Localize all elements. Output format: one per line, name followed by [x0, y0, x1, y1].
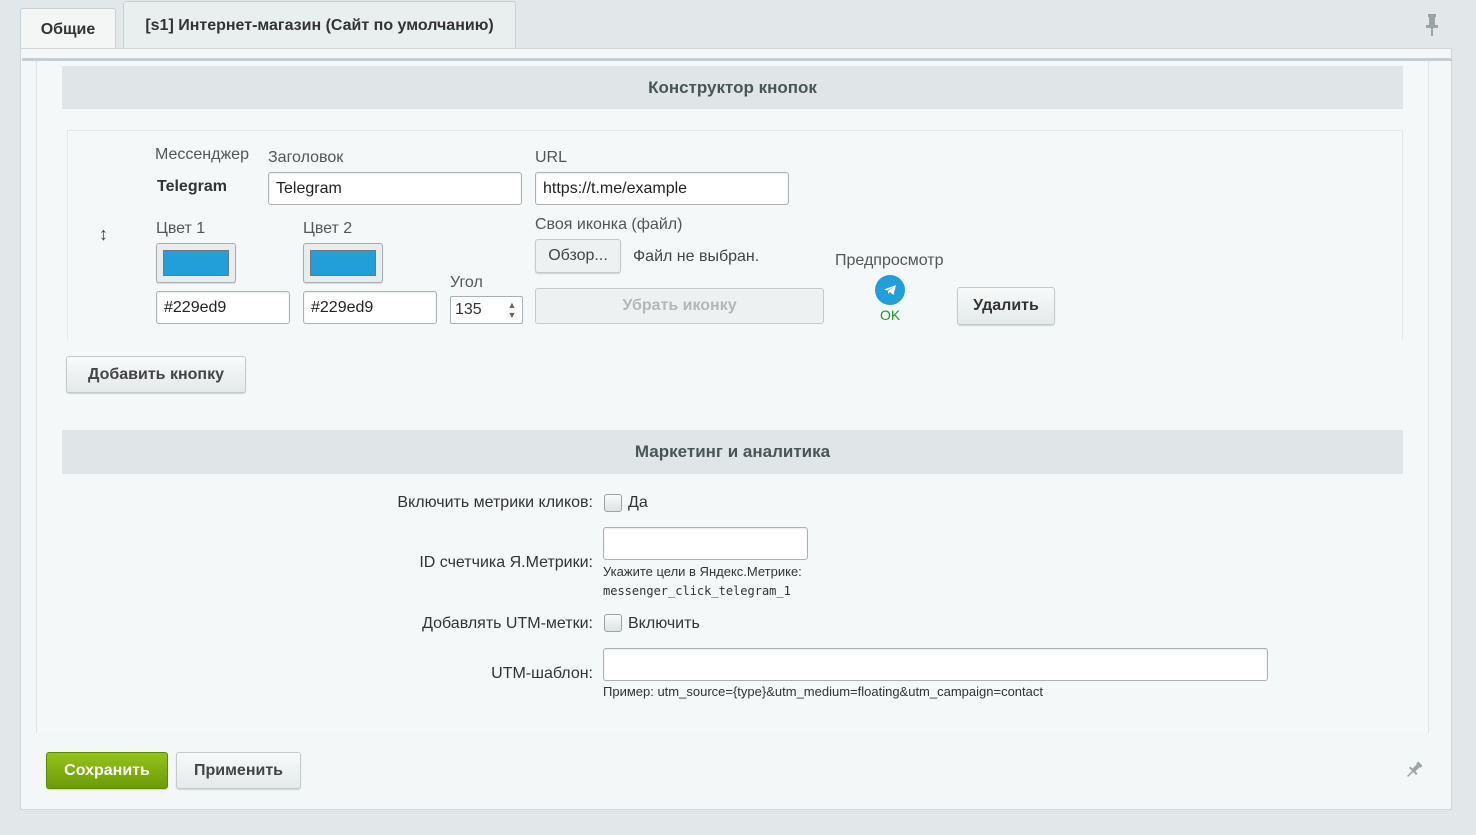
utm-hint: Пример: utm_source={type}&utm_medium=flo… [603, 684, 1043, 699]
ym-counter-label: ID счетчика Я.Метрики: [419, 554, 593, 571]
preview-label: Предпросмотр [835, 252, 944, 269]
ym-hint: Укажите цели в Яндекс.Метрике: [603, 564, 802, 579]
pin-icon[interactable] [1423, 14, 1441, 36]
click-metrics-label: Включить метрики кликов: [397, 494, 593, 511]
color1-label: Цвет 1 [156, 220, 206, 237]
custom-icon-label: Своя иконка (файл) [535, 216, 683, 233]
color1-input[interactable] [156, 291, 290, 324]
messenger-label: Мессенджер [155, 146, 249, 163]
title-label: Заголовок [268, 149, 344, 166]
angle-spinner-icon[interactable]: ▲ ▼ [505, 300, 519, 320]
utm-template-label: UTM-шаблон: [491, 665, 593, 682]
angle-input[interactable]: 135 ▲ ▼ [450, 296, 523, 324]
url-input[interactable] [535, 172, 789, 205]
no-file-label: Файл не выбран. [633, 248, 760, 265]
utm-template-input[interactable] [603, 648, 1268, 681]
section-title-constructor: Конструктор кнопок [62, 66, 1403, 109]
ym-goal: messenger_click_telegram_1 [603, 584, 791, 598]
preview-status: OK [880, 307, 901, 323]
telegram-icon [875, 275, 905, 305]
click-metrics-checkbox-label: Да [628, 494, 648, 511]
color2-swatch[interactable] [303, 243, 383, 283]
utm-checkbox[interactable] [604, 614, 622, 632]
save-button[interactable]: Сохранить [46, 752, 168, 789]
section-title-marketing: Маркетинг и аналитика [62, 430, 1403, 474]
color2-label: Цвет 2 [303, 220, 353, 237]
color1-swatch[interactable] [156, 243, 236, 283]
angle-label: Угол [450, 274, 483, 291]
color1-fill [163, 250, 229, 276]
browse-button[interactable]: Обзор... [535, 239, 621, 273]
pin-footer-icon[interactable] [1404, 760, 1424, 785]
tab-general[interactable]: Общие [20, 8, 116, 50]
add-button-button[interactable]: Добавить кнопку [66, 356, 246, 393]
title-input[interactable] [268, 172, 522, 205]
url-label: URL [535, 149, 568, 166]
apply-button[interactable]: Применить [176, 752, 301, 789]
color2-input[interactable] [303, 291, 437, 324]
click-metrics-checkbox[interactable] [604, 494, 622, 512]
utm-checkbox-label: Включить [628, 615, 700, 632]
tab-site-settings[interactable]: [s1] Интернет-магазин (Сайт по умолчанию… [123, 1, 516, 50]
utm-label: Добавлять UTM-метки: [422, 615, 593, 632]
ym-counter-input[interactable] [603, 527, 808, 560]
angle-value: 135 [455, 301, 482, 318]
color2-fill [310, 250, 376, 276]
remove-icon-button[interactable]: Убрать иконку [535, 288, 824, 324]
drag-handle-icon[interactable]: ↕ [99, 224, 108, 245]
messenger-value: Telegram [157, 178, 227, 195]
delete-button[interactable]: Удалить [957, 287, 1055, 325]
